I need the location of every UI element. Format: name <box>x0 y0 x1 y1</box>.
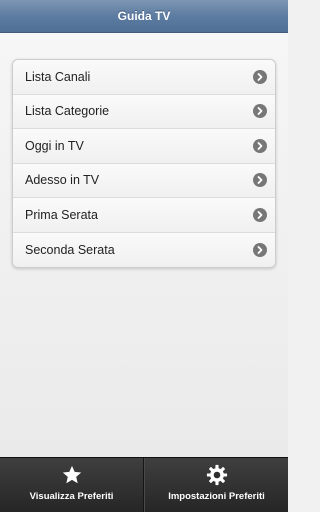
bottom-toolbar: Visualizza Preferiti Impostazioni Prefer… <box>0 457 288 512</box>
chevron-right-icon <box>253 69 267 84</box>
menu-item-label: Prima Serata <box>25 207 98 222</box>
menu-item-seconda-serata[interactable]: Seconda Serata <box>13 232 275 267</box>
gear-icon <box>206 464 227 486</box>
chevron-right-icon <box>253 242 267 257</box>
menu-item-lista-categorie[interactable]: Lista Categorie <box>13 94 275 129</box>
menu-item-label: Adesso in TV <box>25 173 100 188</box>
menu-item-adesso-in-tv[interactable]: Adesso in TV <box>13 163 275 198</box>
favorites-settings-label: Impostazioni Preferiti <box>168 491 265 502</box>
app-header: Guida TV <box>0 0 288 33</box>
star-icon <box>62 465 81 484</box>
page-title: Guida TV <box>117 9 171 23</box>
menu-item-label: Lista Canali <box>25 69 91 84</box>
menu-item-label: Seconda Serata <box>25 242 115 257</box>
chevron-right-icon <box>253 173 267 188</box>
favorites-settings-button[interactable]: Impostazioni Preferiti <box>144 458 288 512</box>
menu-item-label: Lista Categorie <box>25 104 110 119</box>
chevron-right-icon <box>253 207 267 222</box>
menu-item-oggi-in-tv[interactable]: Oggi in TV <box>13 129 275 164</box>
chevron-right-icon <box>253 138 267 153</box>
menu-item-label: Oggi in TV <box>25 138 84 153</box>
view-favorites-label: Visualizza Preferiti <box>29 491 114 502</box>
menu-item-lista-canali[interactable]: Lista Canali <box>13 60 275 95</box>
menu-list: Lista Canali Lista Categorie Oggi in TV … <box>12 59 276 268</box>
main-content: Lista Canali Lista Categorie Oggi in TV … <box>0 33 288 457</box>
view-favorites-button[interactable]: Visualizza Preferiti <box>0 458 144 512</box>
chevron-right-icon <box>253 104 267 119</box>
menu-item-prima-serata[interactable]: Prima Serata <box>13 198 275 233</box>
